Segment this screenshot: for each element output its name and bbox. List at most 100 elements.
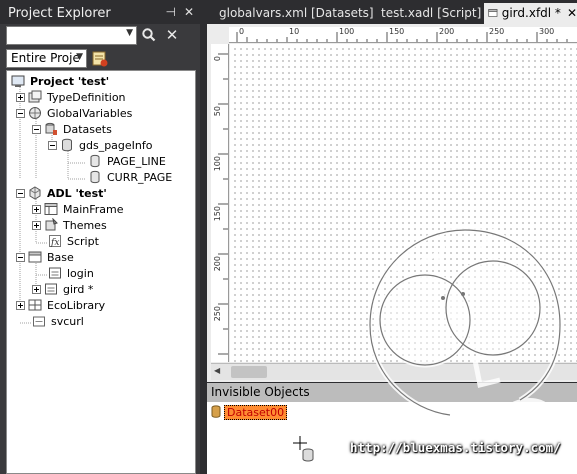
collapse-toggle[interactable] (16, 252, 25, 262)
invisible-objects-title: Invisible Objects (207, 383, 577, 402)
form-canvas[interactable] (230, 44, 577, 362)
tree-item-ecolibrary[interactable]: EcoLibrary (16, 297, 105, 313)
invisible-objects-panel: Invisible Objects Dataset00 (207, 383, 577, 474)
tree-item-themes[interactable]: Themes (32, 217, 107, 233)
horizontal-scrollbar[interactable]: ◀ (211, 363, 577, 380)
tree-item-datasets[interactable]: Datasets (32, 121, 112, 137)
tree-item-label: TypeDefinition (47, 90, 126, 104)
tree-item-svcurl[interactable]: svcurl (32, 313, 84, 329)
datasets-folder-icon (45, 122, 57, 135)
tree-item-label: GlobalVariables (47, 106, 133, 120)
tree-item-project[interactable]: Project 'test' (11, 73, 109, 89)
tree-item-typedefinition[interactable]: TypeDefinition (16, 89, 126, 105)
expand-toggle[interactable] (32, 284, 41, 294)
collapse-toggle[interactable] (16, 188, 25, 198)
globals-icon (29, 107, 41, 119)
tree-item-label: Themes (63, 218, 107, 232)
search-button[interactable] (141, 26, 159, 45)
chevron-down-icon[interactable]: ▼ (126, 28, 133, 38)
tab-label: globalvars.xml [Datasets] (219, 6, 374, 20)
tree-item-label: EcoLibrary (47, 298, 106, 312)
collapse-toggle[interactable] (16, 108, 25, 118)
chevron-down-icon[interactable]: ▼ (76, 52, 83, 62)
tree-item-base[interactable]: Base (16, 249, 74, 265)
tree-item-curr-page[interactable]: CURR_PAGE (88, 169, 172, 185)
tab-label: test.xadl [Script] (381, 6, 482, 20)
svg-text:fx: fx (50, 238, 59, 248)
explorer-title-bar: Project Explorer ⊣ ✕ (0, 0, 200, 24)
library-icon (28, 299, 42, 311)
tab-label: gird.xfdl * (501, 6, 561, 20)
project-tree: Project 'test' TypeDefinition GlobalVari… (6, 70, 196, 474)
ruler-number: 100 (213, 156, 222, 172)
expand-toggle[interactable] (16, 92, 25, 102)
ruler-number: 50 (213, 106, 222, 117)
scope-select-value: Entire Proje (11, 51, 80, 65)
column-icon (90, 170, 100, 184)
editor-tab-bar: globalvars.xml [Datasets] fx test.xadl [… (205, 3, 577, 24)
close-icon[interactable]: ✕ (184, 5, 194, 19)
close-icon[interactable]: ✕ (567, 6, 577, 20)
tree-item-page-line[interactable]: PAGE_LINE (88, 153, 166, 169)
form-folder-icon (28, 251, 42, 263)
watermark-url: http://bluexmas.tistory.com/ (350, 440, 561, 455)
dataset-icon (211, 405, 221, 418)
tree-item-gird[interactable]: gird * (32, 281, 93, 297)
tree-item-label: Project 'test' (30, 74, 110, 88)
tree-item-label: svcurl (51, 314, 84, 328)
tab-gird-xfdl[interactable]: gird.xfdl * ✕ (484, 3, 577, 24)
ruler-number: 200 (213, 256, 222, 272)
scope-action-button[interactable] (91, 49, 109, 68)
dataset-object[interactable]: Dataset00 (211, 404, 288, 420)
ruler-number: 200 (439, 27, 455, 36)
tree-item-globalvariables[interactable]: GlobalVariables (16, 105, 132, 121)
project-icon (11, 75, 25, 87)
dataset-object-label: Dataset00 (224, 404, 288, 420)
clear-search-button[interactable]: ✕ (163, 26, 181, 45)
expand-toggle[interactable] (32, 220, 41, 230)
ruler-number: 250 (489, 27, 505, 36)
search-input[interactable]: ▼ (6, 26, 137, 45)
dataset-icon (62, 138, 72, 152)
tree-item-label: ADL 'test' (47, 186, 107, 200)
tree-item-adl[interactable]: ADL 'test' (16, 185, 107, 201)
frame-icon (44, 203, 58, 215)
themes-icon (45, 218, 58, 231)
tree-item-label: PAGE_LINE (107, 154, 166, 168)
project-explorer-panel: Project Explorer ⊣ ✕ ▼ ✕ Entire Proje ▼ (0, 0, 200, 474)
scroll-left-icon[interactable]: ◀ (214, 366, 220, 375)
tree-item-label: Script (67, 234, 99, 248)
generate-icon (92, 51, 108, 67)
collapse-toggle[interactable] (32, 124, 41, 134)
ruler-number: 150 (213, 206, 222, 222)
tree-item-label: Datasets (63, 122, 112, 136)
ruler-number: 10 (289, 27, 300, 36)
form-design-editor: 0 10 100 150 200 250 300 0 50 100 150 20… (207, 24, 577, 382)
column-icon (90, 154, 100, 168)
tree-item-label: MainFrame (63, 202, 124, 216)
tree-item-login[interactable]: login (48, 265, 94, 281)
expand-toggle[interactable] (32, 204, 41, 214)
scope-select[interactable]: Entire Proje ▼ (6, 49, 87, 68)
scrollbar-thumb[interactable] (231, 366, 267, 378)
drag-cursor-icon (293, 436, 314, 462)
tab-globalvars[interactable]: globalvars.xml [Datasets] (211, 3, 374, 24)
tab-test-xadl[interactable]: fx test.xadl [Script] (373, 3, 481, 24)
pin-icon[interactable]: ⊣ (165, 5, 175, 19)
tree-item-label: login (67, 266, 94, 280)
tree-item-script[interactable]: fx Script (48, 233, 99, 249)
form-icon (488, 9, 498, 17)
typedef-icon (28, 90, 42, 103)
ruler-number: 150 (389, 27, 405, 36)
form-icon (49, 267, 61, 279)
tree-item-gds-pageinfo[interactable]: gds_pageInfo (48, 137, 153, 153)
tree-item-label: gird * (63, 282, 94, 296)
adl-icon (29, 186, 41, 200)
explorer-title: Project Explorer (8, 6, 111, 21)
vertical-ruler: 0 50 100 150 200 250 (211, 44, 229, 362)
ruler-corner (211, 27, 229, 43)
script-icon: fx (49, 235, 61, 248)
expand-toggle[interactable] (16, 300, 25, 310)
tree-item-mainframe[interactable]: MainFrame (32, 201, 124, 217)
collapse-toggle[interactable] (48, 140, 57, 150)
